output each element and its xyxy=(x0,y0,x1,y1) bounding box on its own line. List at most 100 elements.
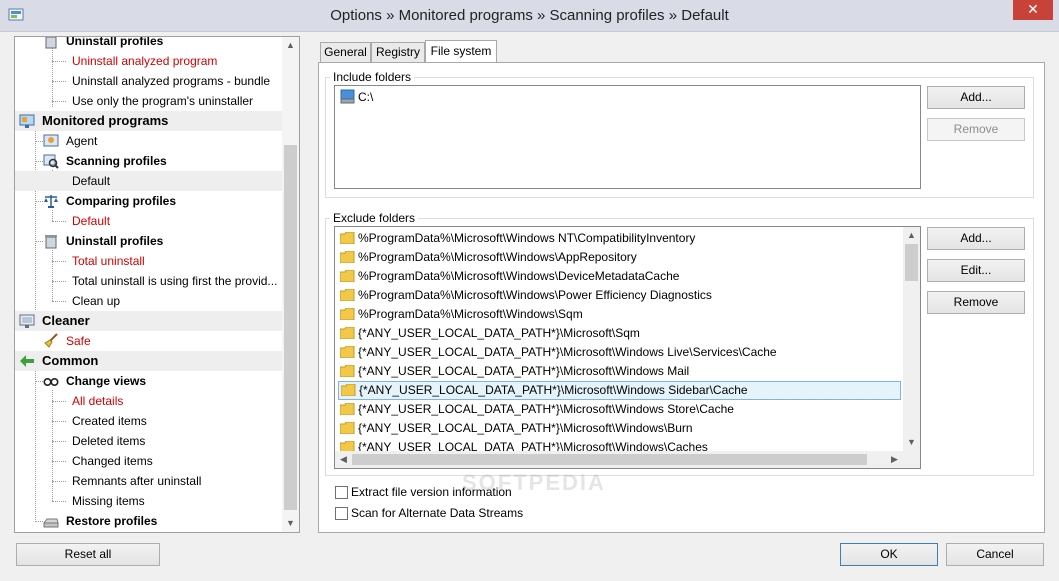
exclude-remove-button[interactable]: Remove xyxy=(927,291,1025,314)
include-remove-button[interactable]: Remove xyxy=(927,118,1025,141)
tree-item-label: Total uninstall xyxy=(72,254,145,268)
file-system-panel: Include folders C:\ Add... Remove Exclud… xyxy=(318,62,1045,533)
exclude-hscroll-thumb[interactable] xyxy=(352,454,867,465)
exclude-horizontal-scrollbar[interactable]: ◀ ▶ xyxy=(335,451,903,468)
scan-icon xyxy=(43,154,59,169)
folder-icon xyxy=(340,327,355,339)
tree-item-label: Common xyxy=(42,353,99,368)
tree-section-cleaner[interactable]: Cleaner xyxy=(15,311,284,331)
tree-item-label: Default xyxy=(72,214,111,228)
include-folders-label: Include folders xyxy=(330,70,415,84)
monitor-icon xyxy=(19,114,35,128)
tree-item-label: Scanning profiles xyxy=(66,154,167,168)
folder-icon xyxy=(341,384,356,396)
scroll-up-arrow-icon[interactable]: ▲ xyxy=(282,37,299,54)
tree-scrollbar[interactable]: ▲ ▼ xyxy=(282,37,299,532)
glasses-icon xyxy=(43,378,59,387)
list-item-text: {*ANY_USER_LOCAL_DATA_PATH*}\Microsoft\W… xyxy=(358,345,777,359)
list-item[interactable]: {*ANY_USER_LOCAL_DATA_PATH*}\Microsoft\W… xyxy=(338,343,901,362)
list-item-text: %ProgramData%\Microsoft\Windows\AppRepos… xyxy=(358,250,637,264)
list-item[interactable]: {*ANY_USER_LOCAL_DATA_PATH*}\Microsoft\W… xyxy=(338,362,901,381)
tab-registry[interactable]: Registry xyxy=(371,42,425,62)
scroll-left-arrow-icon[interactable]: ◀ xyxy=(335,451,352,468)
tree-section-monitored-programs[interactable]: Monitored programs xyxy=(15,111,284,131)
tree-item-label: Changed items xyxy=(72,454,153,468)
list-item[interactable]: %ProgramData%\Microsoft\Windows\DeviceMe… xyxy=(338,267,901,286)
tree-item-label: Comparing profiles xyxy=(66,194,177,208)
balance-scale-icon xyxy=(44,195,58,208)
tree-item-label: Clean up xyxy=(72,294,121,308)
list-item-text: {*ANY_USER_LOCAL_DATA_PATH*}\Microsoft\W… xyxy=(358,402,734,416)
folder-icon xyxy=(340,308,355,320)
trash-icon xyxy=(45,235,57,249)
drive-icon xyxy=(340,89,355,104)
list-item-text: %ProgramData%\Microsoft\Windows\Power Ef… xyxy=(358,288,712,302)
tab-file-system[interactable]: File system xyxy=(425,40,497,63)
folder-icon xyxy=(340,270,355,282)
scroll-right-arrow-icon[interactable]: ▶ xyxy=(886,451,903,468)
list-item-text: {*ANY_USER_LOCAL_DATA_PATH*}\Microsoft\S… xyxy=(358,326,640,340)
list-item[interactable]: {*ANY_USER_LOCAL_DATA_PATH*}\Microsoft\S… xyxy=(338,324,901,343)
list-item[interactable]: {*ANY_USER_LOCAL_DATA_PATH*}\Microsoft\W… xyxy=(338,419,901,438)
folder-icon xyxy=(340,422,355,434)
tree-item-scanning-default[interactable]: Default xyxy=(15,171,284,191)
list-item[interactable]: %ProgramData%\Microsoft\Windows\AppRepos… xyxy=(338,248,901,267)
tree-item-label: Safe xyxy=(66,334,91,348)
list-item[interactable]: %ProgramData%\Microsoft\Windows NT\Compa… xyxy=(338,229,901,248)
include-add-button[interactable]: Add... xyxy=(927,86,1025,109)
tree-item-label: Cleaner xyxy=(42,313,90,328)
scroll-up-arrow-icon[interactable]: ▲ xyxy=(903,227,920,244)
scroll-down-arrow-icon[interactable]: ▼ xyxy=(903,434,920,451)
tree-item-label: Uninstall analyzed programs - bundle xyxy=(72,74,271,88)
exclude-scroll-thumb[interactable] xyxy=(905,244,918,281)
include-folders-list[interactable]: C:\ xyxy=(334,85,921,189)
list-item-selected[interactable]: {*ANY_USER_LOCAL_DATA_PATH*}\Microsoft\W… xyxy=(338,381,901,400)
scan-ads-checkbox[interactable] xyxy=(335,507,348,520)
folder-icon xyxy=(340,346,355,358)
reset-all-button[interactable]: Reset all xyxy=(16,543,160,566)
tree-item-label: Restore profiles xyxy=(66,514,158,528)
list-item[interactable]: %ProgramData%\Microsoft\Windows\Sqm xyxy=(338,305,901,324)
tree-item-label: Uninstall profiles xyxy=(66,36,164,48)
exclude-add-button[interactable]: Add... xyxy=(927,227,1025,250)
list-item-text: {*ANY_USER_LOCAL_DATA_PATH*}\Microsoft\W… xyxy=(358,421,693,435)
cancel-button[interactable]: Cancel xyxy=(946,543,1044,566)
scan-ads-label[interactable]: Scan for Alternate Data Streams xyxy=(351,506,523,520)
tree-item-label: All details xyxy=(72,394,124,408)
trash-icon xyxy=(45,37,57,49)
list-item-text: %ProgramData%\Microsoft\Windows\DeviceMe… xyxy=(358,269,680,283)
tab-general[interactable]: General xyxy=(320,42,371,62)
tree-item-label: Deleted items xyxy=(72,434,146,448)
tree-item-label: Total uninstall is using first the provi… xyxy=(72,274,278,288)
tree-item-label: Change views xyxy=(66,374,147,388)
restore-drive-icon xyxy=(43,518,59,528)
exclude-vertical-scrollbar[interactable]: ▲ ▼ xyxy=(903,227,920,451)
tree-item-label: Agent xyxy=(66,134,98,148)
tree-section-common[interactable]: Common xyxy=(15,351,284,371)
broom-icon xyxy=(44,333,58,348)
tree-scroll-thumb[interactable] xyxy=(284,145,297,510)
tree-item-label: Remnants after uninstall xyxy=(72,474,202,488)
ok-button[interactable]: OK xyxy=(840,543,938,566)
extract-version-checkbox[interactable] xyxy=(335,486,348,499)
tree-item-label: Uninstall profiles xyxy=(66,234,164,248)
list-item[interactable]: {*ANY_USER_LOCAL_DATA_PATH*}\Microsoft\W… xyxy=(338,400,901,419)
tree-item-label: Default xyxy=(72,174,111,188)
tree-item-label: Uninstall analyzed program xyxy=(72,54,218,68)
close-button[interactable]: ✕ xyxy=(1013,0,1053,20)
folder-icon xyxy=(340,365,355,377)
exclude-folders-list[interactable]: %ProgramData%\Microsoft\Windows NT\Compa… xyxy=(334,226,921,469)
folder-icon xyxy=(340,251,355,263)
exclude-edit-button[interactable]: Edit... xyxy=(927,259,1025,282)
tree-item-label: Created items xyxy=(72,414,147,428)
list-item-text: %ProgramData%\Microsoft\Windows\Sqm xyxy=(358,307,583,321)
scroll-down-arrow-icon[interactable]: ▼ xyxy=(282,515,299,532)
list-item-text: %ProgramData%\Microsoft\Windows NT\Compa… xyxy=(358,231,696,245)
folder-icon xyxy=(340,403,355,415)
list-item-text: {*ANY_USER_LOCAL_DATA_PATH*}\Microsoft\W… xyxy=(358,364,690,378)
options-tree[interactable]: Uninstall profiles Uninstall analyzed pr… xyxy=(14,36,300,533)
list-item-text: C:\ xyxy=(358,90,374,104)
list-item[interactable]: %ProgramData%\Microsoft\Windows\Power Ef… xyxy=(338,286,901,305)
title-bar: Options » Monitored programs » Scanning … xyxy=(0,0,1059,32)
watermark: SOFTPEDIA xyxy=(462,470,606,495)
